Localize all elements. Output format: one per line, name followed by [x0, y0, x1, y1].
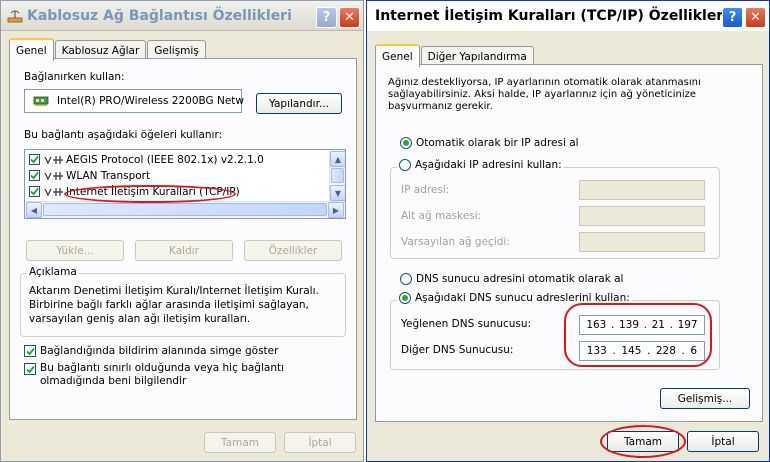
- octet: 145: [621, 345, 642, 357]
- octet: 228: [655, 345, 676, 357]
- title-bar[interactable]: Internet İletişim Kuralları (TCP/IP) Öze…: [367, 1, 769, 31]
- octet: 163: [586, 319, 607, 331]
- alternate-dns-label: Diğer DNS Sunucusu:: [401, 344, 514, 356]
- subnet-field[interactable]: [579, 206, 705, 226]
- notify-icon-label: Bağlandığında bildirim alanında simge gö…: [40, 345, 279, 357]
- octet: 6: [690, 345, 698, 357]
- horizontal-scrollbar[interactable]: ◀ ▶: [25, 201, 345, 218]
- tab-alternate-configuration[interactable]: Diğer Yapılandırma: [420, 46, 534, 66]
- adapter-field: Intel(R) PRO/Wireless 2200BG Netw: [24, 89, 245, 113]
- list-item[interactable]: AEGIS Protocol (IEEE 802.1x) v2.2.1.0: [29, 152, 264, 167]
- checkbox[interactable]: [29, 154, 40, 165]
- items-label: Bu bağlantı aşağıdaki öğeleri kullanır:: [24, 129, 223, 141]
- protocol-icon: [44, 155, 63, 164]
- advanced-button[interactable]: Gelişmiş...: [660, 388, 750, 409]
- scroll-right-button[interactable]: ▶: [328, 202, 344, 218]
- list-item-label: Internet İletişim Kuralları (TCP/IP): [66, 185, 240, 198]
- install-button[interactable]: Yükle...: [26, 240, 124, 261]
- scroll-thumb[interactable]: [331, 168, 344, 183]
- scroll-down-button[interactable]: ▼: [330, 185, 345, 201]
- octet: 197: [677, 319, 698, 331]
- gateway-label: Varsayılan ağ geçidi:: [401, 236, 510, 248]
- tab-strip: Genel Diğer Yapılandırma: [375, 43, 535, 67]
- cancel-button[interactable]: İptal: [687, 431, 759, 452]
- manual-dns-radio[interactable]: [399, 292, 411, 304]
- general-tab-panel: Bağlanırken kullan: Intel(R) PRO/Wireles…: [9, 58, 357, 420]
- protocol-icon: [44, 171, 63, 180]
- notify-icon-option[interactable]: Bağlandığında bildirim alanında simge gö…: [24, 345, 278, 357]
- checkbox[interactable]: [29, 170, 40, 181]
- tcpip-properties-window: Internet İletişim Kuralları (TCP/IP) Öze…: [366, 0, 770, 462]
- scroll-thumb[interactable]: [43, 203, 327, 216]
- alternate-dns-field[interactable]: 133. 145. 228. 6: [579, 341, 705, 361]
- vertical-scrollbar[interactable]: ▲ ▼: [329, 150, 345, 202]
- list-item-label: WLAN Transport: [66, 169, 151, 182]
- components-list[interactable]: AEGIS Protocol (IEEE 802.1x) v2.2.1.0 WL…: [24, 149, 346, 219]
- ok-button[interactable]: Tamam: [204, 432, 276, 453]
- preferred-dns-label: Yeğlenen DNS sunucusu:: [401, 318, 532, 330]
- configure-button[interactable]: Yapılandır...: [256, 93, 342, 114]
- manual-dns-option[interactable]: Aşağıdaki DNS sunucu adreslerini kullan:: [397, 292, 632, 304]
- adapter-name: Intel(R) PRO/Wireless 2200BG Netw: [57, 95, 245, 107]
- wireless-properties-window: Kablosuz Ağ Bağlantısı Özellikleri ? ✕ G…: [0, 0, 364, 462]
- gateway-field[interactable]: [579, 232, 705, 252]
- auto-ip-label: Otomatik olarak bir IP adresi al: [416, 137, 579, 149]
- scroll-up-button[interactable]: ▲: [330, 151, 345, 167]
- preferred-dns-field[interactable]: 163. 139. 21. 197: [579, 315, 705, 335]
- auto-ip-option[interactable]: Otomatik olarak bir IP adresi al: [400, 137, 579, 149]
- list-item[interactable]: Internet İletişim Kuralları (TCP/IP): [29, 184, 240, 199]
- ok-button[interactable]: Tamam: [607, 431, 679, 452]
- close-button[interactable]: ✕: [745, 7, 766, 28]
- checkbox[interactable]: [29, 186, 40, 197]
- manual-dns-label: Aşağıdaki DNS sunucu adreslerini kullan:: [415, 292, 630, 304]
- auto-ip-radio[interactable]: [400, 137, 412, 149]
- list-item[interactable]: WLAN Transport: [29, 168, 150, 183]
- auto-dns-label: DNS sunucu adresini otomatik olarak al: [416, 273, 624, 285]
- octet: 21: [651, 319, 665, 331]
- properties-button[interactable]: Özellikler: [244, 240, 342, 261]
- notify-limited-label: Bu bağlantı sınırlı olduğunda veya hiç b…: [40, 362, 285, 387]
- ip-address-field[interactable]: [579, 180, 705, 200]
- tab-strip: Genel Kablosuz Ağlar Gelişmiş: [9, 37, 207, 61]
- octet: 133: [586, 345, 607, 357]
- auto-dns-radio[interactable]: [400, 273, 412, 285]
- ip-address-label: IP adresi:: [401, 184, 450, 196]
- network-connection-icon: [7, 9, 23, 23]
- intro-text: Ağınız destekliyorsa, IP ayarlarının oto…: [388, 77, 701, 112]
- help-button[interactable]: ?: [316, 7, 337, 28]
- title-bar[interactable]: Kablosuz Ağ Bağlantısı Özellikleri: [1, 1, 363, 31]
- help-button[interactable]: ?: [722, 7, 743, 28]
- notify-limited-checkbox[interactable]: [24, 363, 36, 375]
- manual-ip-group: Aşağıdaki IP adresini kullan: IP adresi:…: [390, 159, 720, 259]
- description-group: Açıklama Aktarım Denetimi İletişim Kural…: [20, 266, 346, 337]
- manual-ip-label: Aşağıdaki IP adresini kullan:: [415, 159, 562, 171]
- octet: 139: [618, 319, 639, 331]
- auto-dns-option[interactable]: DNS sunucu adresini otomatik olarak al: [400, 273, 623, 285]
- tab-general[interactable]: Genel: [375, 44, 420, 67]
- general-tab-panel: Ağınız destekliyorsa, IP ayarlarının oto…: [375, 64, 763, 422]
- tab-advanced[interactable]: Gelişmiş: [147, 40, 206, 60]
- network-adapter-icon: [33, 95, 51, 107]
- description-text: Aktarım Denetimi İletişim Kuralı/Interne…: [29, 285, 319, 325]
- cancel-button[interactable]: İptal: [284, 432, 356, 453]
- tab-wireless-networks[interactable]: Kablosuz Ağlar: [54, 40, 147, 60]
- connect-using-label: Bağlanırken kullan:: [24, 71, 125, 83]
- description-label: Açıklama: [27, 266, 79, 278]
- scroll-left-button[interactable]: ◀: [26, 202, 42, 218]
- protocol-icon: [44, 187, 63, 196]
- window-title: Kablosuz Ağ Bağlantısı Özellikleri: [27, 7, 292, 24]
- window-title: Internet İletişim Kuralları (TCP/IP) Öze…: [375, 8, 729, 24]
- close-button[interactable]: ✕: [339, 7, 360, 28]
- notify-icon-checkbox[interactable]: [24, 345, 36, 357]
- manual-ip-option[interactable]: Aşağıdaki IP adresini kullan:: [397, 159, 564, 171]
- subnet-label: Alt ağ maskesi:: [401, 210, 482, 222]
- manual-dns-group: Aşağıdaki DNS sunucu adreslerini kullan:…: [390, 292, 720, 370]
- manual-ip-radio[interactable]: [399, 159, 411, 171]
- uninstall-button[interactable]: Kaldır: [135, 240, 233, 261]
- list-item-label: AEGIS Protocol (IEEE 802.1x) v2.2.1.0: [66, 153, 264, 166]
- tab-general[interactable]: Genel: [9, 38, 54, 61]
- notify-limited-option[interactable]: Bu bağlantı sınırlı olduğunda veya hiç b…: [24, 362, 340, 388]
